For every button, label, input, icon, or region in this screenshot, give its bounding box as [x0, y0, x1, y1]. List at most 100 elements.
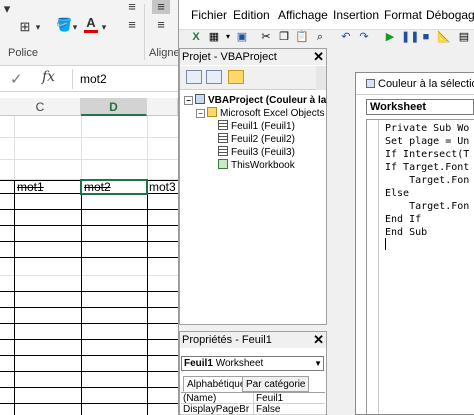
tree-item-feuil3[interactable]: Feuil3 (Feuil3)	[218, 146, 295, 159]
run-icon[interactable]: ▶	[383, 30, 397, 44]
fill-color-dropdown-icon[interactable]: ▾	[71, 20, 79, 34]
align-center-icon[interactable]: ≡	[152, 0, 170, 14]
properties-object-dropdown[interactable]: Feuil1 Worksheet ▼	[181, 356, 324, 371]
code-line[interactable]: End If	[385, 213, 421, 226]
code-window: Couleur à la sélection.x Worksheet Priva…	[355, 72, 474, 415]
property-value[interactable]: False	[253, 404, 280, 414]
properties-object-type: Worksheet	[215, 358, 264, 369]
code-object-dropdown[interactable]: Worksheet	[366, 99, 474, 115]
table-row	[0, 340, 178, 356]
column-header-c[interactable]: C	[0, 98, 81, 116]
toggle-folders-icon[interactable]	[228, 70, 244, 84]
cell-c-value[interactable]: mot1	[17, 180, 44, 194]
menu-format[interactable]: Format	[384, 8, 422, 22]
project-explorer-panel: Projet - VBAProject ✕ − VBAProject (Coule…	[179, 48, 327, 325]
code-window-title-text: Couleur à la sélection.x	[378, 78, 474, 90]
font-color-dropdown-icon[interactable]: ▾	[100, 20, 108, 34]
font-color-icon[interactable]: A	[84, 16, 98, 33]
worksheet-grid[interactable]: mot1 mot2 mot3	[0, 116, 178, 415]
close-icon[interactable]: ✕	[313, 50, 324, 64]
code-line[interactable]: Set plage = Un	[385, 135, 469, 148]
properties-panel: Propriétés - Feuil1 ✕ Feuil1 Worksheet ▼…	[179, 331, 327, 415]
code-line[interactable]: If Target.Font	[385, 161, 469, 174]
borders-dropdown-icon[interactable]: ▾	[34, 20, 42, 34]
cut-icon[interactable]: ✂	[259, 30, 273, 44]
redo-icon[interactable]: ↷	[357, 30, 371, 44]
project-explorer-icon[interactable]: ▤	[457, 30, 471, 44]
design-mode-icon[interactable]: 📐	[437, 30, 451, 44]
view-code-icon[interactable]	[186, 70, 202, 84]
tree-item-vbaproject[interactable]: − VBAProject (Couleur à la	[184, 94, 326, 107]
property-value[interactable]: Feuil1	[253, 393, 283, 403]
vba-menubar: Fichier Edition Affichage Insertion Form…	[179, 0, 474, 30]
break-icon[interactable]: ❚❚	[401, 30, 419, 44]
cell-e-value[interactable]: mot3	[149, 180, 176, 194]
align-top-icon[interactable]: ≡	[124, 0, 140, 14]
fill-color-icon[interactable]: 🪣	[56, 18, 72, 32]
column-header-e[interactable]	[147, 98, 178, 116]
property-row[interactable]: DisplayPageBreak False	[181, 404, 325, 415]
formula-cancel-icon[interactable]: ✓	[10, 70, 23, 88]
paste-icon[interactable]: 📋	[295, 30, 309, 44]
code-line[interactable]: Private Sub Wo	[385, 122, 469, 135]
project-explorer-scrollbar[interactable]	[316, 66, 326, 90]
project-explorer-toolbar	[180, 66, 326, 90]
code-line[interactable]: Target.Fon	[385, 200, 469, 213]
table-row	[0, 138, 178, 160]
vba-toolbar: X ▦ ▾ ▣ ✂ ❐ 📋 ⌕ ↶ ↷ ▶ ❚❚ ■ 📐 ▤	[179, 30, 474, 46]
ribbon-separator	[144, 4, 145, 60]
formula-bar-input[interactable]: mot2	[80, 72, 107, 86]
close-icon[interactable]: ✕	[313, 333, 324, 347]
insert-userform-icon[interactable]: ▦	[207, 30, 221, 44]
align-left-icon[interactable]: ≡	[124, 18, 140, 32]
tab-alphabetique[interactable]: Alphabétique	[183, 376, 250, 392]
table-row	[0, 242, 178, 258]
excel-window: ▾ ⊞ ▾ 🪣 ▾ A ▾ ≡ ≡ ≡ ≡ Police Alignem ✓ f…	[0, 0, 178, 415]
code-line[interactable]: If Intersect(T	[385, 148, 469, 161]
menu-affichage[interactable]: Affichage	[278, 8, 328, 22]
column-header-row: C D	[0, 98, 178, 116]
collapse-icon[interactable]: −	[184, 96, 193, 105]
tab-par-categorie[interactable]: Par catégorie	[242, 376, 310, 392]
view-object-icon[interactable]	[206, 70, 222, 84]
code-editor[interactable]: Private Sub Wo Set plage = Un If Interse…	[366, 119, 474, 414]
collapse-icon[interactable]: −	[196, 109, 205, 118]
column-header-d[interactable]: D	[81, 98, 147, 116]
table-row	[0, 160, 178, 180]
code-line[interactable]: End Sub	[385, 226, 427, 239]
table-row	[0, 194, 178, 210]
tree-item-excel-objects[interactable]: − Microsoft Excel Objects	[196, 107, 324, 120]
borders-icon[interactable]: ⊞	[18, 20, 32, 34]
property-row[interactable]: (Name) Feuil1	[181, 393, 325, 404]
copy-icon[interactable]: ❐	[277, 30, 291, 44]
dropdown-icon[interactable]: ▾	[221, 30, 235, 44]
menu-edition[interactable]: Edition	[233, 8, 270, 22]
chevron-down-icon[interactable]: ▼	[314, 357, 322, 370]
ribbon-dropdown-arrow-icon[interactable]: ▾	[2, 2, 12, 16]
table-border-right	[147, 180, 148, 415]
reset-icon[interactable]: ■	[419, 30, 433, 44]
save-icon[interactable]: ▣	[235, 30, 249, 44]
menu-fichier[interactable]: Fichier	[191, 8, 227, 22]
tree-item-thisworkbook[interactable]: ThisWorkbook	[218, 159, 295, 172]
tree-item-label: Feuil2 (Feuil2)	[231, 134, 295, 145]
tree-item-feuil2[interactable]: Feuil2 (Feuil2)	[218, 133, 295, 146]
find-icon[interactable]: ⌕	[313, 30, 327, 44]
formula-bar-separator	[72, 69, 73, 89]
code-line[interactable]: Else	[385, 187, 409, 200]
menu-insertion[interactable]: Insertion	[333, 8, 379, 22]
text-caret	[385, 238, 386, 250]
code-line[interactable]: Target.Fon	[385, 174, 469, 187]
excel-view-icon[interactable]: X	[189, 30, 203, 44]
table-row	[0, 276, 178, 292]
align-right-icon[interactable]: ≡	[152, 18, 170, 32]
code-margin[interactable]	[367, 120, 379, 414]
project-explorer-title-text: Projet - VBAProject	[182, 51, 277, 63]
table-border-mid	[81, 180, 82, 415]
undo-icon[interactable]: ↶	[339, 30, 353, 44]
insert-function-icon[interactable]: fx	[42, 69, 55, 85]
active-cell-selection[interactable]	[80, 179, 148, 195]
table-row	[0, 324, 178, 340]
tree-item-feuil1[interactable]: Feuil1 (Feuil1)	[218, 120, 295, 133]
menu-debogage[interactable]: Débogage	[426, 8, 474, 22]
